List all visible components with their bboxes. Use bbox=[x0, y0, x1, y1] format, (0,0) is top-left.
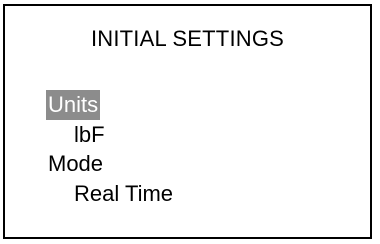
menu-item-units-label: Units bbox=[46, 90, 101, 120]
mode-value-label: Real Time bbox=[74, 180, 174, 206]
settings-menu: Units lbF Mode Real Time bbox=[46, 90, 175, 208]
device-display: INITIAL SETTINGS Units lbF Mode Real Tim… bbox=[3, 4, 372, 239]
mode-value[interactable]: Real Time bbox=[46, 179, 175, 209]
menu-item-mode-label: Mode bbox=[48, 151, 104, 176]
screen-title: INITIAL SETTINGS bbox=[90, 26, 285, 51]
units-value-label: lbF bbox=[74, 121, 105, 147]
units-value[interactable]: lbF bbox=[46, 120, 175, 150]
menu-item-mode[interactable]: Mode bbox=[46, 149, 175, 179]
menu-item-units[interactable]: Units bbox=[46, 90, 175, 120]
